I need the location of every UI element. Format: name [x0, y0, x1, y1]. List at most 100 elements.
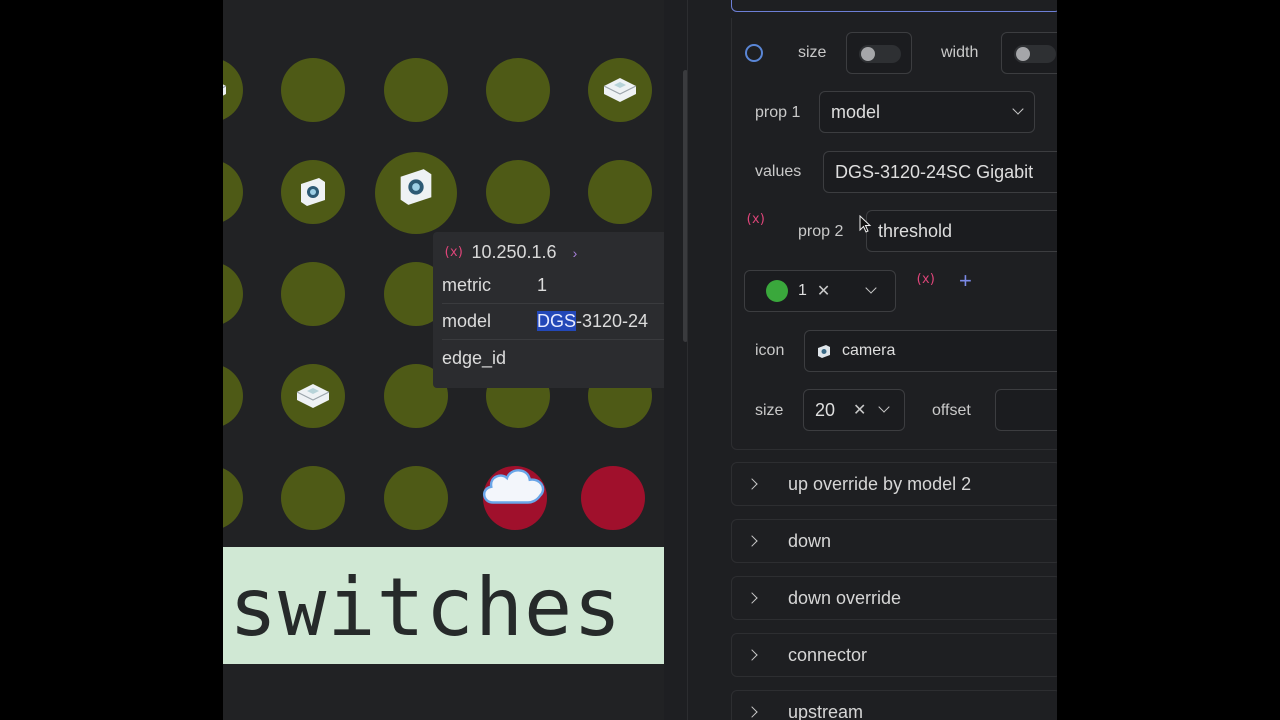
tooltip-value-rest: -3120-24	[576, 311, 649, 331]
tooltip-value: DGS-3120-24	[537, 311, 648, 332]
chevron-right-icon	[746, 535, 758, 547]
tooltip-row: metric 1	[442, 268, 664, 304]
chevron-right-icon	[746, 649, 758, 661]
chevron-right-icon	[746, 592, 758, 604]
map-node[interactable]	[223, 160, 243, 224]
chevron-right-icon	[746, 478, 758, 490]
section-connector[interactable]: connector	[731, 633, 1057, 677]
map-node[interactable]	[384, 58, 448, 122]
mouse-cursor-icon	[859, 215, 872, 233]
section-down-override[interactable]: down override	[731, 576, 1057, 620]
tooltip-key: metric	[442, 275, 491, 295]
chevron-down-icon	[1012, 103, 1024, 115]
map-node[interactable]	[281, 466, 345, 530]
node-tooltip: (x) 10.250.1.6 › metric 1 model DGS-3120…	[433, 232, 664, 388]
prop2-label: prop 2	[798, 223, 844, 240]
clear-icon[interactable]: ✕	[817, 281, 830, 301]
section-label: upstream	[788, 701, 864, 720]
tooltip-row: model DGS-3120-24	[442, 304, 664, 340]
size2-label: size	[755, 402, 784, 419]
clear-icon[interactable]: ✕	[853, 400, 866, 420]
map-node[interactable]	[281, 364, 345, 428]
tooltip-value: 1	[537, 275, 548, 295]
camera-icon	[818, 345, 830, 358]
switch-icon	[223, 84, 227, 96]
network-map-canvas[interactable]: (x) 10.250.1.6 › metric 1 model DGS-3120…	[223, 0, 664, 720]
enable-radio[interactable]	[745, 44, 763, 62]
camera-icon	[301, 178, 325, 206]
tooltip-header: (x) 10.250.1.6 ›	[443, 242, 577, 263]
map-node[interactable]	[281, 160, 345, 224]
map-node[interactable]	[281, 262, 345, 326]
size-select[interactable]: 20 ✕	[803, 389, 905, 431]
chevron-down-icon	[865, 282, 877, 294]
map-node-down[interactable]	[483, 466, 547, 530]
values-input[interactable]: DGS-3120-24SC Gigabit	[823, 151, 1057, 193]
map-node[interactable]	[281, 58, 345, 122]
width-toggle[interactable]	[1014, 45, 1056, 63]
offset-label: offset	[932, 402, 971, 419]
tooltip-key: model	[442, 311, 492, 331]
variable-icon[interactable]: (x)	[915, 272, 937, 287]
variable-icon: (x)	[443, 245, 465, 260]
map-node[interactable]	[223, 262, 243, 326]
width-toggle-box[interactable]	[1001, 32, 1057, 74]
map-node[interactable]	[588, 58, 652, 122]
values-label: values	[755, 163, 802, 180]
map-node[interactable]	[384, 466, 448, 530]
app-window: (x) 10.250.1.6 › metric 1 model DGS-3120…	[223, 0, 1057, 720]
prop1-label: prop 1	[755, 104, 801, 121]
icon-select[interactable]: camera	[804, 330, 1057, 372]
map-node[interactable]	[588, 160, 652, 224]
values-value: DGS-3120-24SC Gigabit	[835, 161, 1034, 182]
group-label-banner: switches	[223, 547, 664, 664]
pane-divider[interactable]	[687, 0, 688, 720]
chevron-right-icon[interactable]: ›	[573, 245, 578, 261]
prop1-select[interactable]: model	[819, 91, 1035, 133]
map-node[interactable]	[223, 466, 243, 530]
add-icon[interactable]: +	[959, 268, 972, 294]
map-node-down[interactable]	[581, 466, 645, 530]
group-label-text: switches	[229, 561, 623, 654]
switch-icon	[603, 78, 637, 102]
tooltip-key: edge_id	[442, 347, 507, 368]
prop2-select[interactable]: threshold	[866, 210, 1057, 252]
green-color-swatch[interactable]	[766, 280, 788, 302]
size-label: size	[798, 44, 827, 61]
section-label: down	[788, 530, 832, 551]
cloud-icon	[483, 469, 545, 504]
section-down[interactable]: down	[731, 519, 1057, 563]
size-toggle-box[interactable]	[846, 32, 912, 74]
tooltip-ip: 10.250.1.6	[471, 242, 557, 262]
prop2-value: threshold	[878, 220, 953, 241]
chevron-right-icon	[746, 706, 758, 718]
section-header-active[interactable]	[731, 0, 1057, 12]
map-node-selected[interactable]	[375, 152, 457, 234]
offset-input[interactable]	[995, 389, 1057, 431]
threshold-value: 1	[798, 282, 807, 299]
camera-icon	[400, 169, 432, 205]
map-node[interactable]	[486, 58, 550, 122]
map-node[interactable]	[486, 160, 550, 224]
size-value: 20	[815, 399, 836, 420]
width-label: width	[941, 44, 979, 61]
icon-label: icon	[755, 342, 785, 359]
map-node[interactable]	[223, 364, 243, 428]
map-node[interactable]	[223, 58, 243, 122]
chevron-down-icon	[878, 401, 890, 413]
properties-panel: size width prop 1 model values DGS-3120-…	[731, 0, 1057, 720]
size-toggle[interactable]	[859, 45, 901, 63]
tooltip-row: edge_id	[442, 340, 664, 376]
threshold-select[interactable]: 1 ✕	[744, 270, 896, 312]
icon-value: camera	[842, 342, 896, 359]
variable-icon[interactable]: (x)	[745, 212, 767, 227]
section-upstream[interactable]: upstream	[731, 690, 1057, 720]
camera-icon	[223, 174, 229, 210]
section-label: connector	[788, 644, 868, 665]
prop1-value: model	[831, 101, 881, 122]
section-up-override-by-model-2[interactable]: up override by model 2	[731, 462, 1057, 506]
section-label: up override by model 2	[788, 473, 972, 494]
text-selection: DGS	[537, 311, 577, 331]
section-label: down override	[788, 587, 902, 608]
switch-icon	[296, 384, 330, 408]
